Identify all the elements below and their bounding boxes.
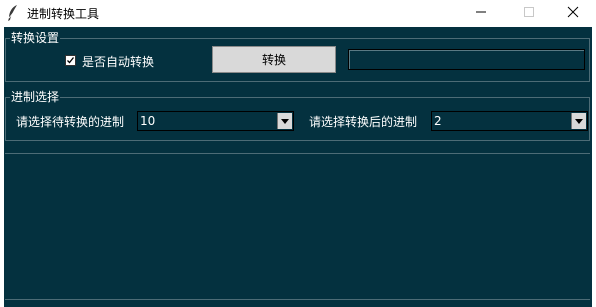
- feather-icon: [6, 4, 20, 22]
- result-field[interactable]: [348, 49, 585, 70]
- base-selection-group: 进制选择 请选择待转换的进制 10 请选择转换后的进制 2: [5, 90, 590, 141]
- maximize-icon: [523, 6, 535, 21]
- close-button[interactable]: [550, 0, 596, 26]
- divider: [5, 299, 590, 300]
- divider: [5, 153, 590, 154]
- window-title: 进制转换工具: [27, 7, 100, 21]
- main-panel: 转换设置 是否自动转换 转换 进制选择 请选择待转换的进制 10 请选择转换后的…: [4, 27, 592, 307]
- conversion-settings-label: 转换设置: [10, 31, 61, 45]
- source-base-select[interactable]: 10: [137, 111, 294, 131]
- minimize-icon: [475, 6, 487, 21]
- convert-button[interactable]: 转换: [212, 46, 336, 73]
- auto-convert-label[interactable]: 是否自动转换: [82, 53, 154, 70]
- title-bar: 进制转换工具: [0, 0, 596, 26]
- chevron-down-icon[interactable]: [277, 113, 292, 129]
- source-base-label: 请选择待转换的进制: [16, 115, 125, 129]
- minimize-button[interactable]: [458, 0, 504, 26]
- conversion-settings-group: 转换设置 是否自动转换 转换: [5, 31, 590, 82]
- checkmark-icon: [67, 57, 75, 64]
- base-selection-label: 进制选择: [10, 90, 61, 104]
- chevron-down-icon[interactable]: [571, 113, 586, 129]
- target-base-label: 请选择转换后的进制: [309, 115, 418, 129]
- source-base-value: 10: [140, 114, 156, 128]
- target-base-value: 2: [434, 114, 442, 128]
- auto-convert-checkbox[interactable]: [65, 55, 76, 66]
- maximize-button[interactable]: [506, 0, 552, 26]
- target-base-select[interactable]: 2: [431, 111, 588, 131]
- close-icon: [567, 6, 579, 21]
